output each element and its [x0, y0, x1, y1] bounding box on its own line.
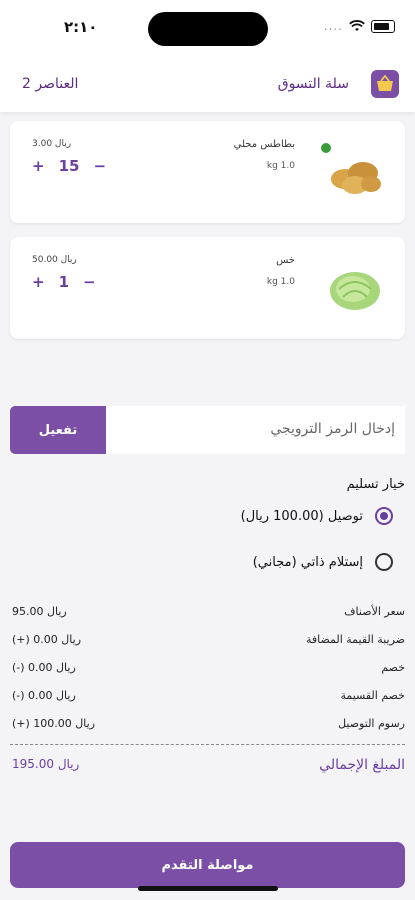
battery-icon [371, 19, 395, 33]
delivery-option-pickup[interactable]: إستلام ذاتي (مجاني) [253, 553, 393, 571]
potatoes-image [331, 162, 381, 194]
increase-button[interactable]: + [32, 157, 45, 175]
status-bar: ٢:١٠ .... [0, 0, 415, 56]
summary-label: خصم [381, 661, 405, 674]
page-title: سلة التسوق [277, 76, 349, 92]
summary-row: ضريبة القيمة المضافة (+) 0.00 ريال [12, 633, 405, 651]
promo-code-input[interactable]: إدخال الرمز الترويجي [270, 421, 395, 437]
summary-value: (+) 100.00 ريال [12, 717, 96, 730]
summary-row: خصم (-) 0.00 ريال [12, 661, 405, 679]
items-count: 2 العناصر [22, 76, 79, 92]
summary-value: (-) 0.00 ريال [12, 689, 76, 702]
cart-header: سلة التسوق 2 العناصر [0, 56, 415, 112]
item-name: بطاطس محلي [233, 139, 295, 150]
home-indicator [138, 886, 278, 891]
item-weight: kg 1.0 [266, 277, 295, 287]
radio-unselected-icon[interactable] [375, 553, 393, 571]
summary-label: خصم القسيمة [340, 689, 405, 702]
summary-label: ضريبة القيمة المضافة [305, 633, 405, 646]
item-name: خس [276, 255, 295, 266]
radio-selected-icon[interactable] [375, 507, 393, 525]
status-time: ٢:١٠ [64, 18, 98, 36]
continue-button[interactable]: مواصلة التقدم [10, 842, 405, 888]
cart-item-card: بطاطس محلي kg 1.0 3.00 ريال + 15 − [10, 121, 405, 223]
summary-divider [10, 744, 405, 745]
delivery-option-label: إستلام ذاتي (مجاني) [252, 554, 363, 570]
delivery-option-label: توصيل (100.00 ريال) [240, 508, 363, 524]
decrease-button[interactable]: − [93, 157, 106, 175]
summary-value: (-) 0.00 ريال [12, 661, 76, 674]
summary-value: (+) 0.00 ريال [12, 633, 82, 646]
item-weight: kg 1.0 [266, 161, 295, 171]
cart-basket-icon [371, 70, 399, 98]
quantity-stepper: + 15 − [32, 157, 106, 175]
item-quantity: 1 [58, 273, 70, 291]
apply-promo-button[interactable]: تفعيل [10, 406, 106, 454]
summary-label: سعر الأصناف [344, 605, 405, 618]
summary-row: رسوم التوصيل (+) 100.00 ريال [12, 717, 405, 735]
summary-value: 95.00 ريال [12, 605, 67, 618]
summary-row: سعر الأصناف 95.00 ريال [12, 605, 405, 623]
summary-label: رسوم التوصيل [338, 717, 405, 730]
delivery-option-title: خيار تسليم [346, 477, 405, 492]
cart-item-card: خس kg 1.0 50.00 ريال + 1 − [10, 237, 405, 339]
wifi-icon [349, 20, 365, 31]
increase-button[interactable]: + [32, 273, 45, 291]
quantity-stepper: + 1 − [32, 273, 96, 291]
summary-row: خصم القسيمة (-) 0.00 ريال [12, 689, 405, 707]
total-value: 195.00 ريال [12, 757, 80, 771]
item-price: 50.00 ريال [32, 255, 77, 265]
promo-code-bar: تفعيل إدخال الرمز الترويجي [10, 406, 405, 454]
signal-dots: .... [323, 19, 343, 33]
total-label: المبلغ الإجمالي [319, 757, 405, 773]
item-quantity: 15 [58, 157, 80, 175]
decrease-button[interactable]: − [83, 273, 96, 291]
lettuce-image [330, 272, 380, 310]
item-price: 3.00 ريال [32, 139, 72, 149]
dynamic-island [148, 12, 268, 46]
delivery-option-home[interactable]: توصيل (100.00 ريال) [241, 507, 393, 525]
status-icons: .... [324, 19, 395, 33]
